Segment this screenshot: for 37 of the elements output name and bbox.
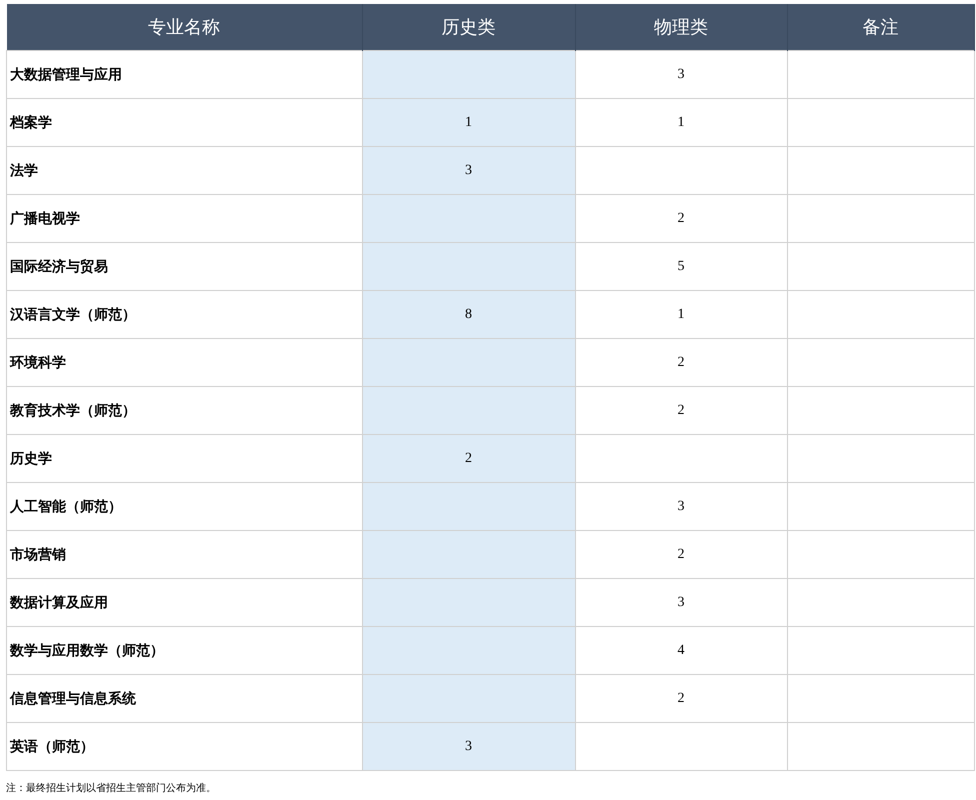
table-cell: 2 — [575, 338, 787, 386]
table-cell: 2 — [362, 434, 575, 482]
major-name-cell: 法学 — [6, 146, 362, 194]
column-header: 历史类 — [362, 4, 575, 50]
table-cell: 1 — [362, 98, 575, 146]
major-name-cell: 汉语言文学（师范） — [6, 290, 362, 338]
major-name-cell: 人工智能（师范） — [6, 482, 362, 530]
major-name-cell: 广播电视学 — [6, 194, 362, 242]
major-name-cell: 环境科学 — [6, 338, 362, 386]
major-name-cell: 信息管理与信息系统 — [6, 674, 362, 722]
table-cell: 3 — [575, 578, 787, 626]
major-name-cell: 数据计算及应用 — [6, 578, 362, 626]
column-header: 物理类 — [575, 4, 787, 50]
table-cell: 2 — [575, 194, 787, 242]
table-cell: 4 — [575, 626, 787, 674]
table-cell: 3 — [575, 482, 787, 530]
table-cell: 2 — [575, 530, 787, 578]
footnote: 注：最终招生计划以省招生主管部门公布为准。 — [6, 782, 217, 795]
table-cell: 1 — [575, 98, 787, 146]
major-name-cell: 档案学 — [6, 98, 362, 146]
table-cell: 3 — [362, 722, 575, 770]
table-cell: 3 — [362, 146, 575, 194]
table-cell: 2 — [575, 386, 787, 434]
table-cell: 2 — [575, 674, 787, 722]
major-name-cell: 数学与应用数学（师范） — [6, 626, 362, 674]
table-cell: 3 — [575, 50, 787, 98]
major-name-cell: 教育技术学（师范） — [6, 386, 362, 434]
major-name-cell: 大数据管理与应用 — [6, 50, 362, 98]
column-header: 备注 — [787, 4, 974, 50]
major-name-cell: 英语（师范） — [6, 722, 362, 770]
major-name-cell: 国际经济与贸易 — [6, 242, 362, 290]
major-name-cell: 历史学 — [6, 434, 362, 482]
table-cell: 8 — [362, 290, 575, 338]
column-header: 专业名称 — [6, 4, 362, 50]
table-cell: 1 — [575, 290, 787, 338]
table-cell: 5 — [575, 242, 787, 290]
major-name-cell: 市场营销 — [6, 530, 362, 578]
